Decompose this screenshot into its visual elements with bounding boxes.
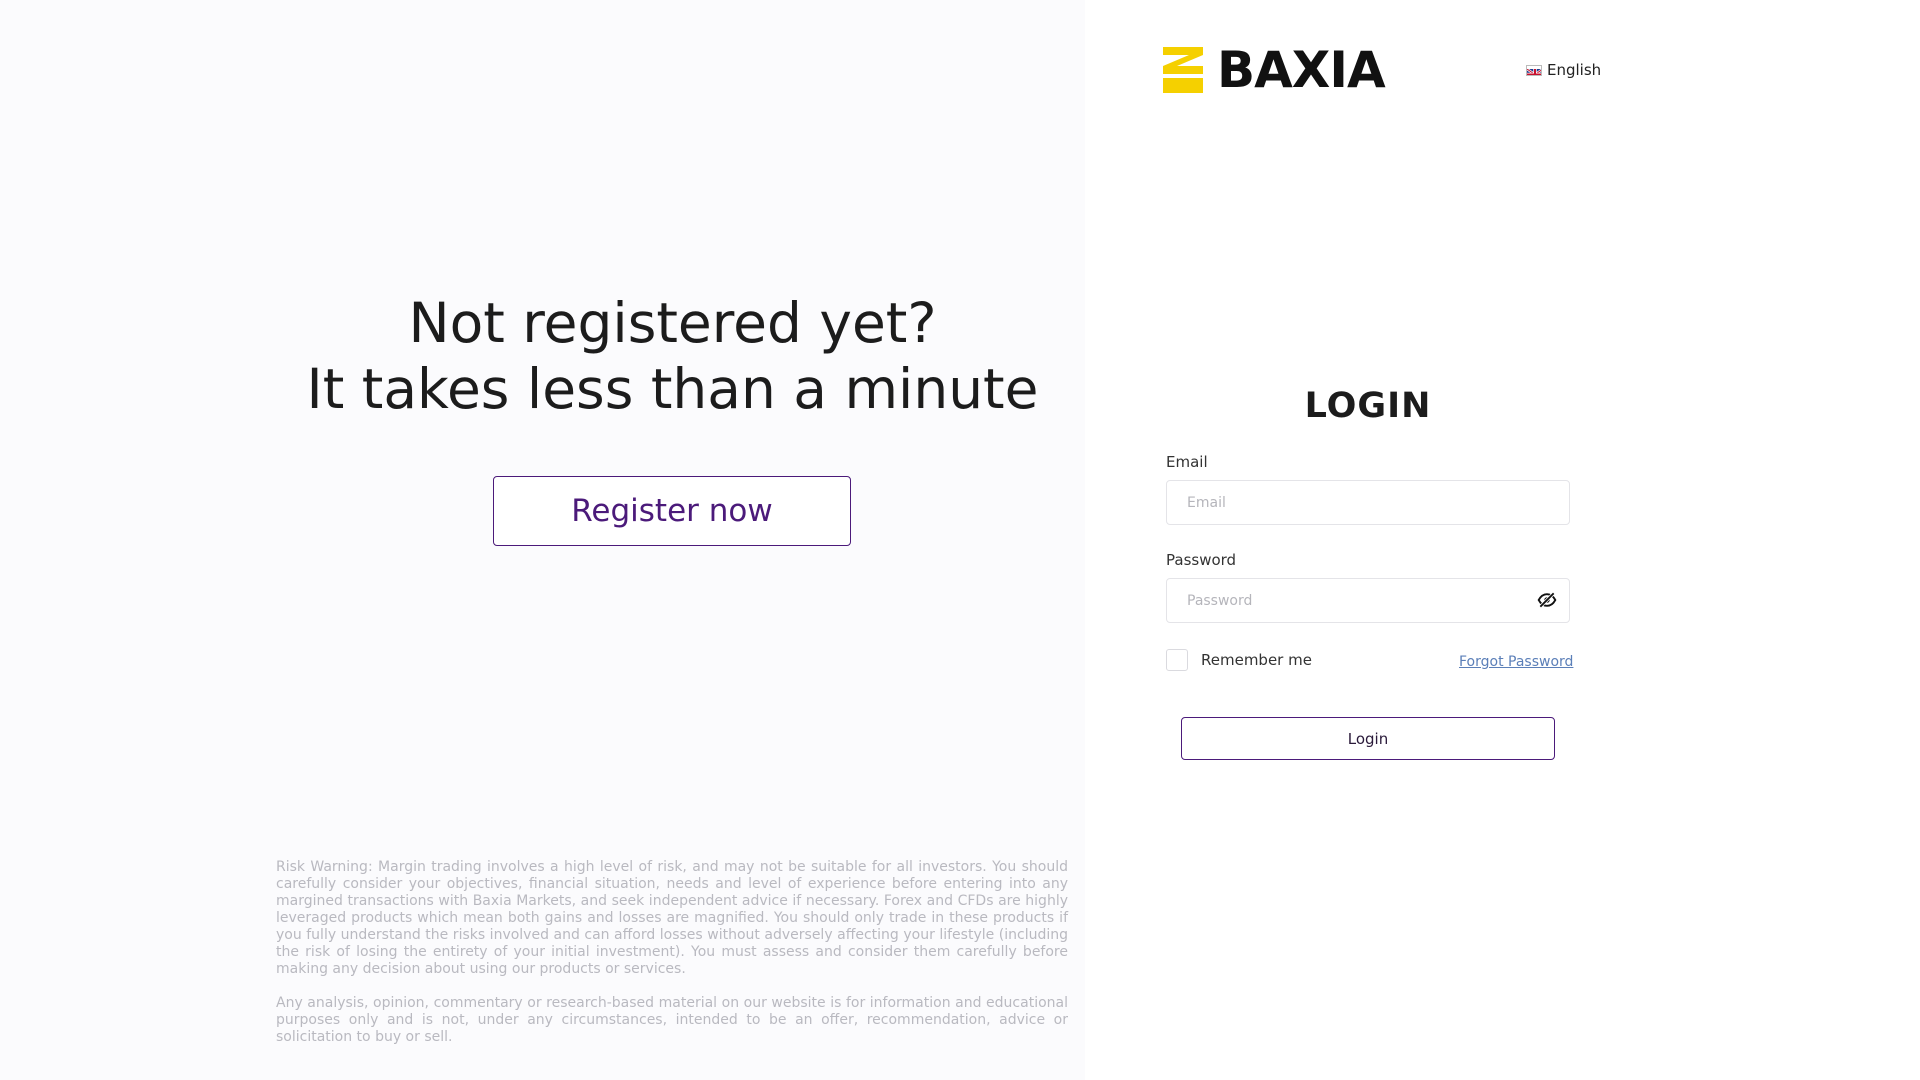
register-headline: Not registered yet? It takes less than a… xyxy=(0,290,1345,422)
remember-me-checkbox[interactable] xyxy=(1166,649,1188,671)
login-title: LOGIN xyxy=(1304,386,1432,426)
baxia-logo: BAXIA xyxy=(1163,41,1386,99)
password-field[interactable] xyxy=(1166,578,1570,623)
language-label: English xyxy=(1547,61,1602,79)
risk-warning-text: Risk Warning: Margin trading involves a … xyxy=(276,859,1068,977)
register-now-button[interactable]: Register now xyxy=(493,476,851,546)
email-field[interactable] xyxy=(1166,480,1570,525)
language-selector[interactable]: English xyxy=(1526,61,1601,79)
login-button[interactable]: Login xyxy=(1181,717,1555,760)
headline-line-1: Not registered yet? xyxy=(408,291,937,355)
baxia-logo-mark-icon xyxy=(1163,47,1203,93)
login-panel xyxy=(1085,0,1920,1080)
remember-me-label: Remember me xyxy=(1201,651,1312,669)
password-label: Password xyxy=(1166,551,1237,569)
email-label: Email xyxy=(1166,453,1208,471)
uk-flag-icon xyxy=(1526,64,1542,76)
eye-slash-icon[interactable] xyxy=(1537,590,1557,610)
headline-line-2: It takes less than a minute xyxy=(306,357,1039,421)
brand-name: BAXIA xyxy=(1217,41,1386,99)
forgot-password-link[interactable]: Forgot Password xyxy=(1459,654,1573,670)
analysis-disclaimer-text: Any analysis, opinion, commentary or res… xyxy=(276,995,1068,1045)
